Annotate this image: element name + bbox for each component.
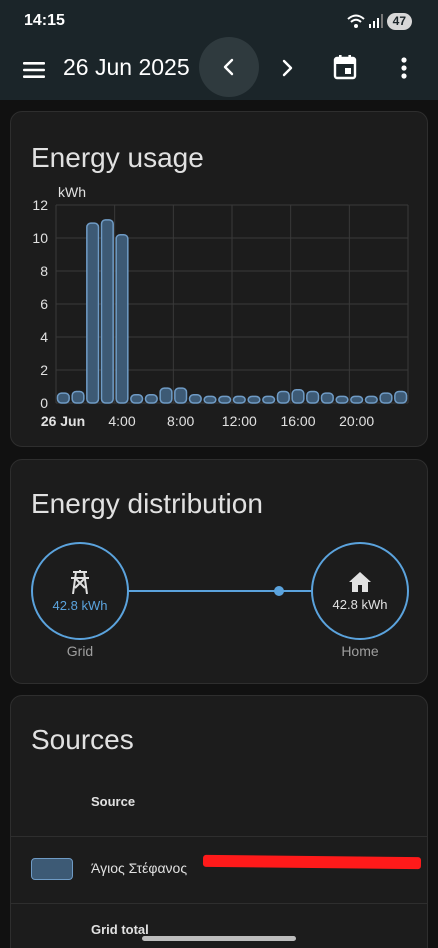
next-day-button[interactable]	[271, 52, 303, 84]
usage-bar	[291, 389, 305, 404]
sources-title: Sources	[31, 724, 134, 755]
y-tick-label: 10	[32, 230, 48, 246]
usage-bar	[218, 395, 232, 404]
status-time: 14:15	[24, 12, 65, 29]
y-tick-label: 4	[40, 329, 48, 345]
battery-indicator: 47	[386, 12, 412, 30]
grid-label: Grid	[66, 643, 94, 659]
energy-usage-card: Energy usage 0 2 4 6 8 10 12 26 Jun 4:00 8:00 12:0…	[10, 111, 428, 447]
source-color-swatch	[31, 858, 73, 880]
status-icons: 47	[346, 12, 412, 30]
usage-bar	[86, 222, 100, 404]
usage-bar	[203, 395, 217, 404]
usage-bar	[350, 395, 364, 404]
y-tick-label: 8	[40, 263, 48, 279]
usage-bar	[394, 390, 408, 404]
redaction-mark	[202, 854, 422, 870]
chevron-right-icon	[282, 59, 293, 77]
y-tick-label: 6	[40, 296, 48, 312]
x-tick-label: 8:00	[167, 413, 194, 429]
usage-bar	[130, 394, 144, 404]
source-name: Άγιος Στέφανος	[91, 860, 188, 876]
usage-bar	[71, 390, 85, 404]
usage-bar	[247, 395, 261, 404]
transmission-tower-icon	[71, 569, 89, 594]
grid-total-label: Grid total	[91, 922, 149, 937]
app-bar: 26 Jun 2025	[0, 37, 438, 100]
chevron-left-icon	[223, 58, 234, 76]
more-vert-icon	[401, 57, 407, 79]
usage-bar	[144, 394, 158, 404]
usage-bar	[159, 387, 173, 404]
overflow-menu-button[interactable]	[390, 52, 418, 84]
y-axis-unit-label: kWh	[58, 184, 86, 200]
x-tick-label: 12:00	[222, 413, 257, 429]
usage-bar	[174, 387, 188, 404]
row-divider	[11, 903, 427, 904]
home-node[interactable]: 42.8 kWh	[311, 542, 409, 640]
home-label: Home	[341, 643, 379, 659]
hamburger-menu-icon	[23, 62, 45, 78]
usage-bar	[56, 392, 70, 404]
usage-bar	[188, 394, 202, 404]
usage-bar	[320, 392, 334, 404]
row-divider	[11, 836, 427, 837]
calendar-icon	[333, 55, 357, 80]
home-value: 42.8 kWh	[332, 596, 388, 612]
energy-distribution-card: Energy distribution 42.8 kWh Grid 42.8 k…	[10, 459, 428, 684]
x-tick-label: 20:00	[339, 413, 374, 429]
usage-bar	[306, 390, 320, 404]
home-icon	[349, 571, 371, 592]
usage-bar	[232, 395, 246, 404]
y-tick-label: 0	[40, 395, 48, 411]
x-tick-label: 16:00	[280, 413, 315, 429]
usage-bar	[115, 233, 129, 404]
energy-distribution-title: Energy distribution	[31, 488, 263, 519]
grid-value: 42.8 kWh	[52, 597, 108, 613]
usage-bar	[100, 219, 114, 404]
x-tick-label: 26 Jun	[41, 413, 85, 429]
usage-bar	[379, 392, 393, 404]
sources-card: Sources Source Άγιος Στέφανος Grid total	[10, 695, 428, 948]
grid-node[interactable]: 42.8 kWh	[31, 542, 129, 640]
usage-bar	[262, 395, 276, 404]
grid-to-home-flow-line	[129, 590, 312, 592]
menu-button[interactable]	[18, 54, 50, 86]
previous-day-button[interactable]	[199, 37, 259, 97]
y-tick-label: 12	[32, 197, 48, 213]
wifi-icon	[346, 14, 365, 28]
gesture-nav-handle[interactable]	[142, 936, 296, 941]
usage-bar	[276, 390, 290, 404]
usage-bar	[364, 395, 378, 404]
energy-usage-chart: 0 2 4 6 8 10 12 26 Jun 4:00 8:00 12:00 16:00 20:00 kW…	[32, 184, 409, 429]
usage-bar	[335, 395, 349, 404]
x-tick-label: 4:00	[108, 413, 135, 429]
flow-dot	[274, 586, 284, 596]
source-column-header: Source	[91, 794, 136, 809]
status-bar: 14:15 47	[0, 0, 438, 40]
date-title: 26 Jun 2025	[63, 54, 190, 80]
y-tick-label: 2	[40, 362, 48, 378]
signal-icon	[368, 14, 383, 28]
calendar-button[interactable]	[329, 50, 361, 84]
